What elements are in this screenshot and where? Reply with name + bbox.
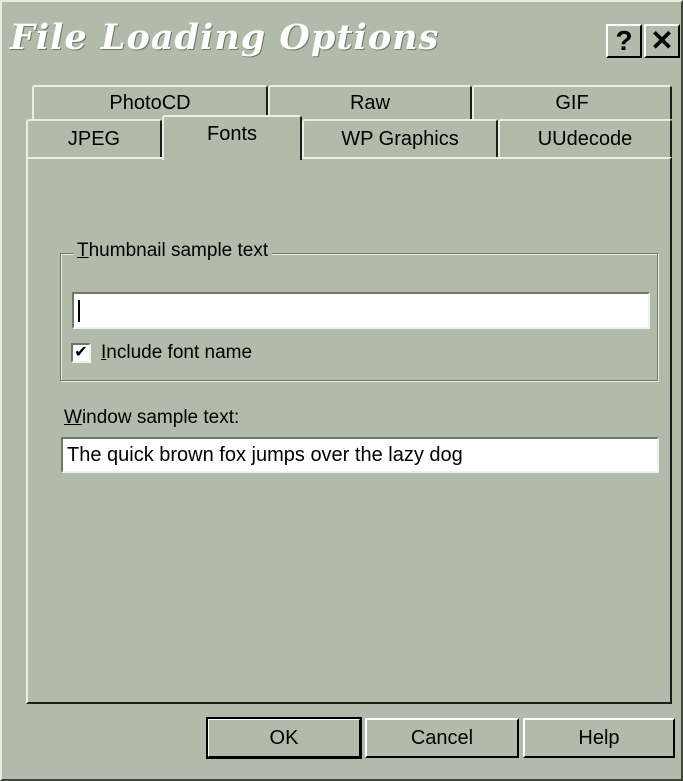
cancel-button[interactable]: Cancel (365, 718, 519, 758)
thumbnail-sample-text-input[interactable] (72, 292, 650, 329)
tab-photocd[interactable]: PhotoCD (32, 85, 268, 119)
title-bar[interactable]: File Loading Options ? ✕ (4, 4, 680, 74)
legend-text: humbnail sample text (88, 240, 269, 261)
thumbnail-sample-text-group: Thumbnail sample text ✔ Include font nam… (60, 240, 658, 381)
window-sample-accelerator: W (64, 407, 82, 428)
tab-raw[interactable]: Raw (268, 85, 472, 119)
tab-jpeg[interactable]: JPEG (26, 119, 162, 157)
include-font-name-label: nclude font name (106, 342, 253, 363)
window-sample-text-input[interactable]: The quick brown fox jumps over the lazy … (61, 437, 659, 473)
dialog-title: File Loading Options (10, 17, 440, 58)
thumbnail-group-legend: Thumbnail sample text (73, 240, 273, 262)
window-sample-label-text: indow sample text: (81, 407, 240, 428)
tab-uudecode[interactable]: UUdecode (498, 119, 672, 157)
include-font-name-checkbox[interactable]: ✔ (71, 343, 91, 363)
fonts-tab-panel: Thumbnail sample text ✔ Include font nam… (26, 157, 672, 704)
help-question-icon[interactable]: ? (606, 24, 642, 58)
include-font-name-option[interactable]: ✔ Include font name (71, 342, 252, 364)
tab-wp-graphics[interactable]: WP Graphics (302, 119, 498, 157)
tab-fonts[interactable]: Fonts (162, 115, 302, 160)
legend-accelerator: T (77, 240, 89, 261)
close-icon[interactable]: ✕ (644, 24, 680, 58)
file-loading-options-dialog: File Loading Options ? ✕ PhotoCD Raw GIF… (0, 0, 683, 781)
text-caret (78, 299, 80, 322)
help-button[interactable]: Help (523, 718, 675, 758)
ok-button[interactable]: OK (206, 717, 362, 759)
window-sample-text-label: Window sample text: (64, 407, 239, 429)
tab-gif[interactable]: GIF (472, 85, 672, 119)
